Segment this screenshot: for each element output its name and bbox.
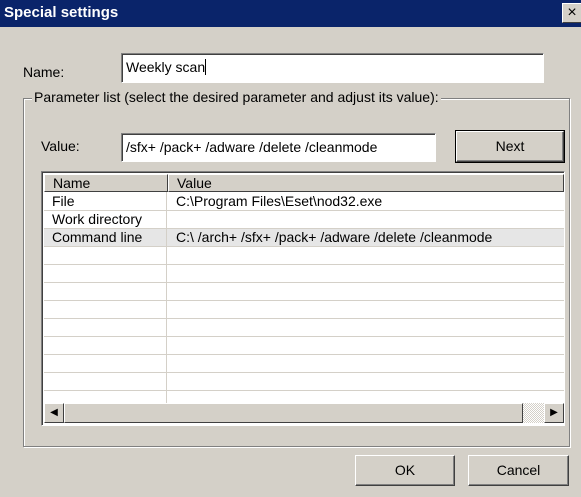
- title-bar[interactable]: Special settings ×: [0, 0, 581, 27]
- close-button[interactable]: ×: [562, 3, 581, 23]
- next-button-label: Next: [495, 138, 525, 154]
- row-gridline: [44, 318, 564, 319]
- next-button[interactable]: Next: [455, 130, 565, 163]
- column-header-value[interactable]: Value: [168, 174, 564, 192]
- row-gridline: [44, 282, 564, 283]
- row-gridline: [44, 390, 564, 391]
- horizontal-scrollbar[interactable]: ◀ ▶: [44, 403, 564, 423]
- ok-button-label: OK: [394, 462, 416, 478]
- row-gridline: [44, 372, 564, 373]
- row-gridline: [44, 210, 564, 211]
- scrollbar-thumb[interactable]: [64, 403, 523, 423]
- scroll-left-button[interactable]: ◀: [44, 403, 64, 423]
- value-input[interactable]: /sfx+ /pack+ /adware /delete /cleanmode: [121, 133, 436, 162]
- row-gridline: [44, 336, 564, 337]
- list-header: Name Value: [44, 174, 564, 192]
- table-row-selected[interactable]: Command line C:\ /arch+ /sfx+ /pack+ /ad…: [44, 228, 564, 246]
- text-caret: [205, 59, 207, 75]
- name-input-value: Weekly scan: [126, 59, 206, 75]
- row-gridline: [44, 354, 564, 355]
- value-label: Value:: [41, 138, 80, 154]
- cancel-button[interactable]: Cancel: [468, 455, 569, 486]
- value-input-text: /sfx+ /pack+ /adware /delete /cleanmode: [126, 139, 378, 155]
- scrollbar-track[interactable]: [523, 403, 544, 423]
- row-name-cell: File: [52, 193, 75, 209]
- cancel-button-label: Cancel: [496, 462, 541, 478]
- arrow-right-icon: ▶: [550, 407, 558, 418]
- close-icon: ×: [567, 4, 577, 21]
- row-name-cell: Command line: [52, 229, 143, 245]
- row-value-cell: C:\ /arch+ /sfx+ /pack+ /adware /delete …: [176, 229, 493, 245]
- column-header-name-label: Name: [53, 175, 91, 191]
- row-value-cell: C:\Program Files\Eset\nod32.exe: [176, 193, 383, 209]
- scroll-right-button[interactable]: ▶: [544, 403, 564, 423]
- column-header-value-label: Value: [177, 175, 212, 191]
- row-gridline: [44, 246, 564, 247]
- column-header-name[interactable]: Name: [44, 174, 168, 192]
- row-gridline: [44, 300, 564, 301]
- row-name-cell: Work directory: [52, 211, 142, 227]
- row-gridline: [44, 264, 564, 265]
- name-label: Name:: [23, 64, 65, 80]
- ok-button[interactable]: OK: [355, 455, 455, 486]
- parameter-list-legend: Parameter list (select the desired param…: [32, 89, 441, 105]
- table-row[interactable]: Work directory: [44, 210, 564, 228]
- window-title: Special settings: [4, 4, 119, 21]
- parameter-listview[interactable]: Name Value File C:\Program Files\Eset\no…: [41, 171, 565, 426]
- table-row[interactable]: File C:\Program Files\Eset\nod32.exe: [44, 192, 564, 210]
- row-gridline: [44, 228, 564, 229]
- arrow-left-icon: ◀: [50, 407, 58, 418]
- name-input[interactable]: Weekly scan: [121, 53, 544, 83]
